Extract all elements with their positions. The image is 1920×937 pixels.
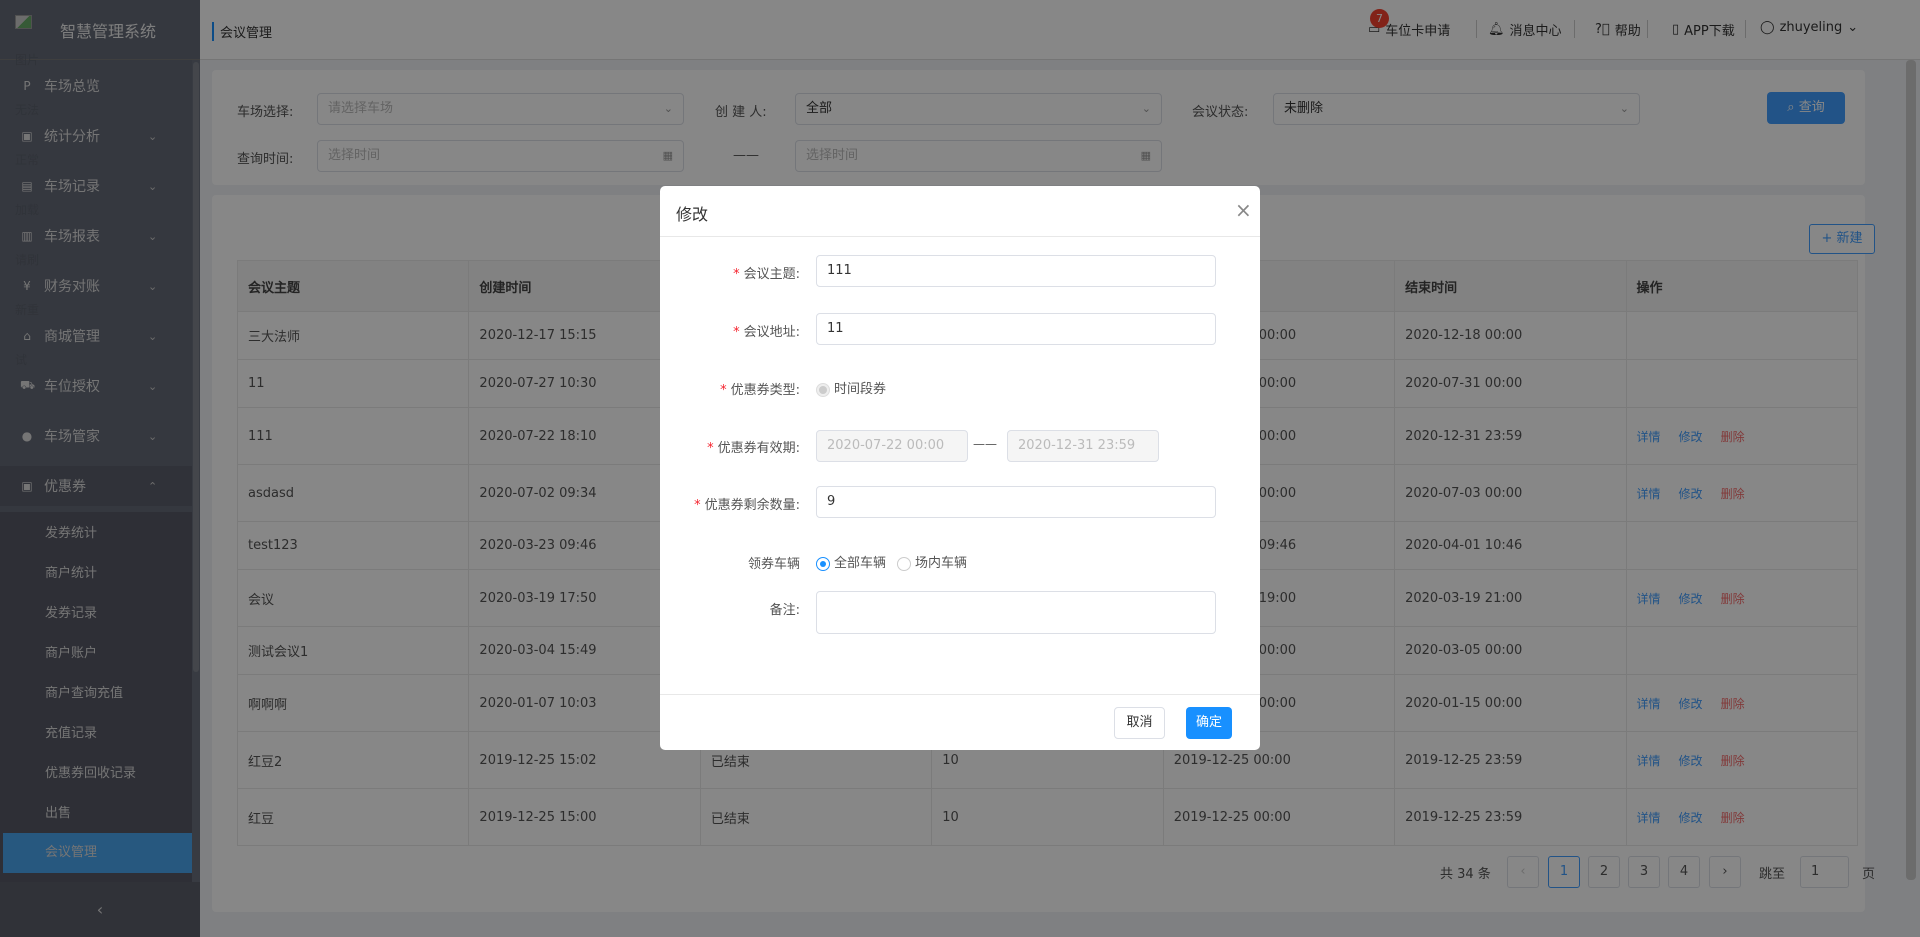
remark-label: 备注: bbox=[769, 603, 800, 618]
coupon-type-option: 时间段券 bbox=[834, 382, 887, 397]
confirm-button[interactable]: 确定 bbox=[1186, 707, 1232, 739]
address-label: * 会议地址: bbox=[660, 321, 800, 340]
radio-checked-icon bbox=[816, 556, 830, 571]
vehicle-radio-inside[interactable]: 场内车辆 bbox=[897, 552, 967, 571]
required-star: * bbox=[733, 325, 740, 340]
required-star: * bbox=[720, 383, 727, 398]
topic-label-text: 会议主题: bbox=[743, 267, 800, 282]
modal-title: 修改 bbox=[676, 205, 709, 224]
remaining-label: * 优惠券剩余数量: bbox=[660, 494, 800, 513]
topic-input[interactable]: 111 bbox=[816, 255, 1216, 287]
edit-meeting-modal: 修改 × * 会议主题: 111 * 会议地址: 11 * 优惠券类型: 时间段券 *… bbox=[660, 186, 1260, 750]
address-input[interactable]: 11 bbox=[816, 313, 1216, 345]
vehicle-radio-all[interactable]: 全部车辆 bbox=[816, 552, 886, 571]
close-icon[interactable]: × bbox=[1235, 198, 1252, 222]
validity-separator: —— bbox=[973, 437, 997, 451]
vehicle-inside-label: 场内车辆 bbox=[915, 556, 968, 571]
coupon-type-radio-time[interactable]: 时间段券 bbox=[816, 378, 886, 397]
radio-disabled-icon bbox=[816, 382, 830, 397]
topic-label: * 会议主题: bbox=[660, 263, 800, 282]
modal-footer-divider bbox=[660, 694, 1260, 695]
validity-label: * 优惠券有效期: bbox=[660, 437, 800, 456]
coupon-type-label-text: 优惠券类型: bbox=[730, 383, 800, 398]
required-star: * bbox=[707, 441, 714, 456]
cancel-button[interactable]: 取消 bbox=[1114, 707, 1165, 739]
remaining-label-text: 优惠券剩余数量: bbox=[704, 498, 800, 513]
validity-label-text: 优惠券有效期: bbox=[717, 441, 800, 456]
validity-end-input: 2020-12-31 23:59 bbox=[1007, 430, 1159, 462]
vehicle-label: 领券车辆 bbox=[747, 557, 800, 572]
remaining-input[interactable]: 9 bbox=[816, 486, 1216, 518]
coupon-type-label: * 优惠券类型: bbox=[660, 379, 800, 398]
radio-unchecked-icon bbox=[897, 556, 911, 571]
validity-start-input: 2020-07-22 00:00 bbox=[816, 430, 968, 462]
required-star: * bbox=[733, 267, 740, 282]
required-star: * bbox=[694, 498, 701, 513]
modal-header: 修改 × bbox=[660, 186, 1260, 237]
vehicle-all-label: 全部车辆 bbox=[834, 556, 887, 571]
remark-textarea[interactable] bbox=[816, 591, 1216, 634]
address-label-text: 会议地址: bbox=[743, 325, 800, 340]
